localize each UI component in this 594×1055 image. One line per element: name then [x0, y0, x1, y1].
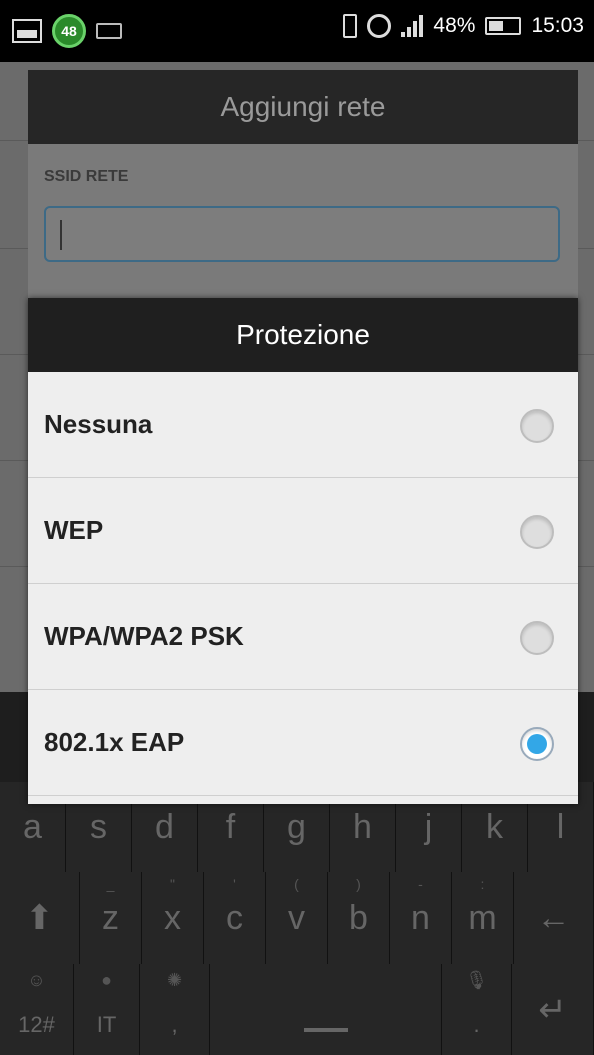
symbols-key[interactable]: ☺ 12#	[0, 964, 74, 1055]
keyboard-icon	[96, 23, 122, 39]
radio-button[interactable]	[520, 409, 554, 443]
language-key[interactable]: ● IT	[74, 964, 140, 1055]
option-nessuna[interactable]: Nessuna	[28, 372, 578, 478]
clock: 15:03	[531, 14, 584, 37]
protection-title: Protezione	[28, 298, 578, 372]
text-caret	[60, 220, 62, 250]
key-c[interactable]: ' c	[204, 872, 266, 964]
key-x[interactable]: " x	[142, 872, 204, 964]
microphone-icon: 🎙	[465, 970, 488, 990]
key-n[interactable]: -n	[390, 872, 452, 964]
add-network-title: Aggiungi rete	[28, 70, 578, 144]
battery-icon	[485, 17, 522, 35]
ssid-input[interactable]	[44, 206, 560, 262]
radio-button[interactable]	[520, 515, 554, 549]
status-bar: 48 48% 15:03	[0, 0, 594, 62]
comma-key[interactable]: ✺ ,	[140, 964, 210, 1055]
space-key[interactable]	[210, 964, 442, 1055]
key-m[interactable]: :m	[452, 872, 514, 964]
option-label: WPA/WPA2 PSK	[44, 621, 244, 651]
keyboard-row-bottom: ⬆ _ z " x ' c(v) b - n: m ←	[0, 872, 594, 964]
alarm-icon	[367, 14, 392, 38]
add-network-dialog: Aggiungi rete SSID RETE	[28, 70, 578, 300]
radio-button-selected[interactable]	[520, 727, 554, 761]
option-wep[interactable]: WEP	[28, 478, 578, 584]
signal-icon	[401, 15, 424, 37]
key-v[interactable]: (v	[266, 872, 328, 964]
notification-badge: 48	[52, 14, 86, 48]
radio-button[interactable]	[520, 621, 554, 655]
shift-key[interactable]: ⬆	[0, 872, 80, 964]
key-z[interactable]: _ z	[80, 872, 142, 964]
status-right: 48% 15:03	[343, 14, 584, 38]
backspace-key[interactable]: ←	[514, 872, 594, 964]
status-left: 48	[12, 14, 122, 48]
option-wpa-psk[interactable]: WPA/WPA2 PSK	[28, 584, 578, 690]
enter-icon: ↵	[538, 990, 567, 1029]
option-eap[interactable]: 802.1x EAP	[28, 690, 578, 796]
battery-percent: 48%	[433, 14, 476, 37]
ssid-label: SSID RETE	[44, 168, 129, 185]
option-label: 802.1x EAP	[44, 727, 185, 757]
keyboard-row-function: ☺ 12# ● IT ✺ , 🎙 . ↵	[0, 964, 594, 1055]
enter-key[interactable]: ↵	[512, 964, 594, 1055]
option-label: Nessuna	[44, 409, 153, 439]
globe-icon: ●	[101, 970, 112, 990]
protection-dialog: Protezione Nessuna WEP WPA/WPA2 PSK 802.…	[28, 298, 578, 804]
period-key[interactable]: 🎙 .	[442, 964, 512, 1055]
gear-icon: ✺	[166, 970, 183, 990]
option-label: WEP	[44, 515, 104, 545]
vibrate-icon	[343, 14, 358, 38]
gallery-icon	[12, 19, 42, 43]
key-b[interactable]: ) b	[328, 872, 390, 964]
